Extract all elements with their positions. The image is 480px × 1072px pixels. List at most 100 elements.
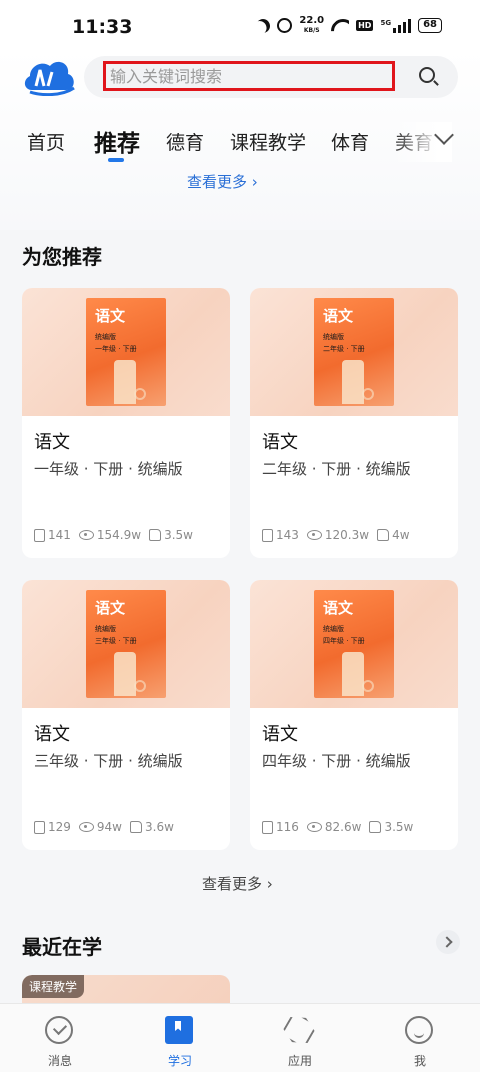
cover-art [134, 388, 146, 400]
textbook-image: 语文 统编版 一年级 · 下册 [86, 298, 166, 406]
network-speed-value: 22.0 [299, 15, 325, 26]
course-cover: 语文 统编版 一年级 · 下册 [22, 288, 230, 416]
lesson-count-value: 141 [48, 528, 71, 542]
cover-art [114, 652, 136, 696]
nav-label: 消息 [47, 1054, 72, 1068]
like-count: 3.5w [149, 528, 193, 542]
cover-grade: 一年级 · 下册 [95, 345, 137, 353]
recommend-title: 为您推荐 [22, 245, 102, 269]
course-cover: 语文 统编版 二年级 · 下册 [250, 288, 458, 416]
like-count-value: 4w [392, 528, 410, 542]
battery-icon: 68 [418, 18, 442, 33]
course-card[interactable]: 语文 统编版 四年级 · 下册 语文 四年级 · 下册 · 统编版 116 82… [250, 580, 458, 850]
cover-art [114, 360, 136, 404]
course-subtitle: 四年级 · 下册 · 统编版 [262, 752, 411, 770]
eye-icon [306, 822, 322, 832]
textbook-image: 语文 统编版 三年级 · 下册 [86, 590, 166, 698]
status-time: 11:33 [72, 16, 133, 38]
lesson-book-icon [262, 820, 273, 834]
network-speed-unit: KB/S [303, 27, 320, 34]
tab-home[interactable]: 首页 [27, 128, 65, 155]
course-card[interactable]: 语文 统编版 二年级 · 下册 语文 二年级 · 下册 · 统编版 143 12… [250, 288, 458, 558]
course-card[interactable]: 语文 统编版 三年级 · 下册 语文 三年级 · 下册 · 统编版 129 94… [22, 580, 230, 850]
alarm-icon [277, 18, 293, 33]
do-not-disturb-icon [254, 16, 273, 35]
cover-title: 语文 [95, 307, 126, 325]
course-stats: 143 120.3w 4w [262, 528, 418, 542]
course-subtitle: 三年级 · 下册 · 统编版 [34, 752, 183, 770]
course-name: 语文 [34, 432, 70, 453]
nav-study[interactable]: 学习 [120, 1004, 240, 1072]
cover-art [342, 360, 364, 404]
thumbs-up-icon [130, 821, 142, 833]
lesson-book-icon [34, 528, 45, 542]
lesson-count: 143 [262, 528, 299, 542]
tab-course[interactable]: 课程教学 [230, 128, 306, 155]
search-input[interactable] [103, 61, 395, 91]
course-stats: 116 82.6w 3.5w [262, 820, 421, 834]
tab-moral[interactable]: 德育 [166, 128, 204, 155]
recent-tag: 课程教学 [22, 975, 85, 998]
cover-grade: 四年级 · 下册 [323, 637, 365, 645]
network-speed: 22.0 KB/S [299, 16, 324, 35]
course-name: 语文 [34, 724, 70, 745]
wifi-icon [331, 19, 349, 32]
course-card[interactable]: 语文 统编版 一年级 · 下册 语文 一年级 · 下册 · 统编版 141 15… [22, 288, 230, 558]
course-subtitle: 一年级 · 下册 · 统编版 [34, 460, 183, 478]
chevron-right-icon[interactable] [436, 930, 460, 954]
lesson-count-value: 143 [276, 528, 299, 542]
nav-profile[interactable]: 我 [360, 1004, 480, 1072]
textbook-image: 语文 统编版 二年级 · 下册 [314, 298, 394, 406]
cover-title: 语文 [95, 599, 126, 617]
course-name: 语文 [262, 432, 298, 453]
view-count: 82.6w [306, 820, 362, 834]
search-icon[interactable] [419, 67, 435, 83]
nav-messages[interactable]: 消息 [0, 1004, 120, 1072]
tab-sports[interactable]: 体育 [331, 128, 369, 155]
cover-edition: 统编版 [323, 625, 344, 633]
cover-edition: 统编版 [323, 333, 344, 341]
lesson-count: 129 [34, 820, 71, 834]
view-count-value: 94w [96, 820, 122, 834]
lesson-count-value: 129 [48, 820, 71, 834]
cover-edition: 统编版 [95, 333, 116, 341]
bottom-nav: 消息 学习 应用 我 [0, 1003, 480, 1072]
like-count-value: 3.5w [384, 820, 414, 834]
course-cover: 语文 统编版 四年级 · 下册 [250, 580, 458, 708]
cover-edition: 统编版 [95, 625, 116, 633]
like-count-value: 3.6w [145, 820, 174, 834]
lesson-count-value: 116 [276, 820, 299, 834]
course-stats: 141 154.9w 3.5w [34, 528, 201, 542]
course-stats: 129 94w 3.6w [34, 820, 182, 834]
cover-art [362, 680, 374, 692]
view-count-value: 82.6w [324, 820, 362, 834]
active-tab-indicator [108, 158, 124, 162]
status-icons: 22.0 KB/S HD 5G 68 [256, 16, 442, 35]
nav-apps[interactable]: 应用 [240, 1004, 360, 1072]
textbook-image: 语文 统编版 四年级 · 下册 [314, 590, 394, 698]
cover-title: 语文 [323, 307, 354, 325]
thumbs-up-icon [149, 529, 162, 541]
cover-title: 语文 [323, 599, 354, 617]
view-count-value: 154.9w [96, 528, 142, 542]
hd-badge: HD [356, 20, 374, 31]
nav-label: 我 [413, 1054, 426, 1068]
apps-icon [280, 1011, 318, 1049]
app-logo-icon [24, 61, 75, 96]
recommend-see-more-link[interactable]: 查看更多 › [202, 873, 273, 894]
view-count: 154.9w [78, 528, 142, 542]
cover-grade: 三年级 · 下册 [95, 637, 137, 645]
network-type: 5G [380, 18, 392, 27]
like-count-value: 3.5w [164, 528, 193, 542]
course-subtitle: 二年级 · 下册 · 统编版 [262, 460, 411, 478]
eye-icon [306, 530, 322, 540]
cover-art [362, 388, 374, 400]
tab-recommend[interactable]: 推荐 [94, 124, 140, 158]
study-icon [165, 1016, 193, 1044]
eye-icon [78, 530, 94, 540]
course-name: 语文 [262, 724, 298, 745]
signal-icon: 5G [380, 18, 412, 33]
message-icon [45, 1016, 73, 1044]
see-more-link[interactable]: 查看更多 › [187, 171, 258, 192]
lesson-count: 116 [262, 820, 299, 834]
